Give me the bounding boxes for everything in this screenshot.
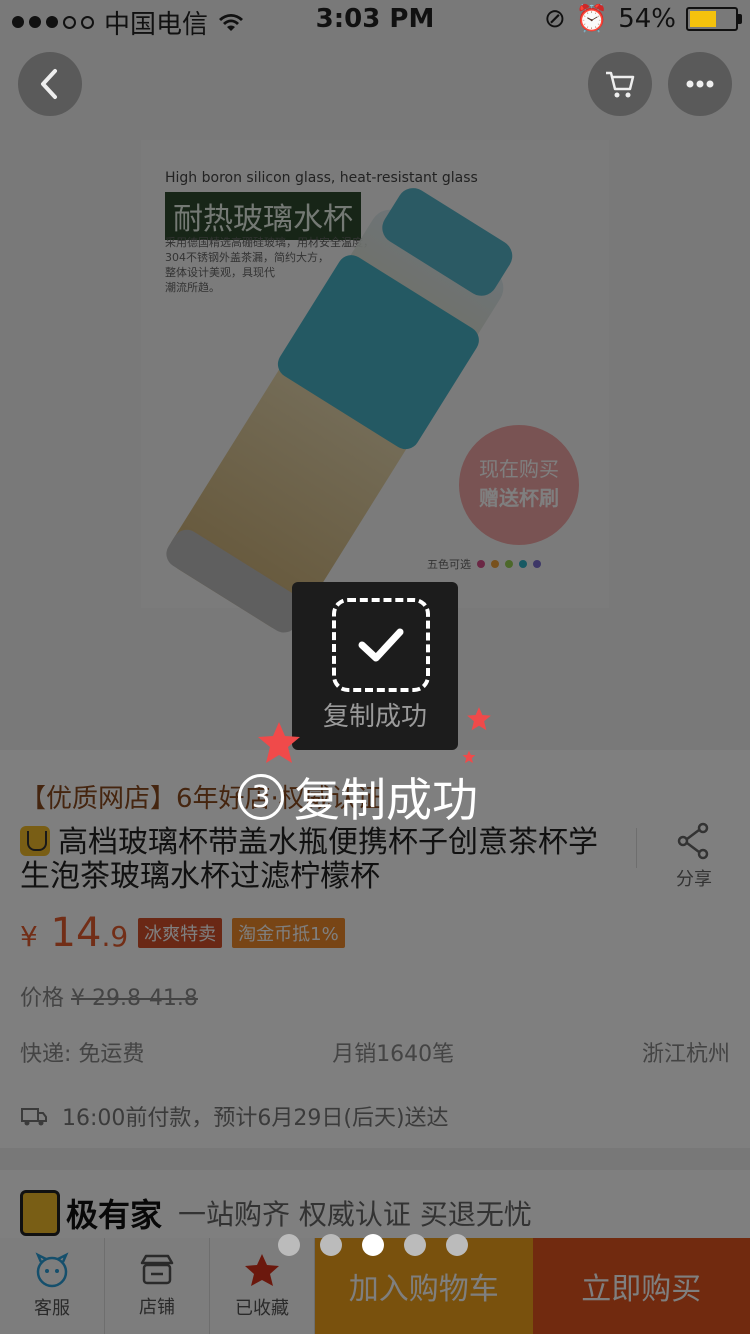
rotation-lock-icon: ⊘: [544, 4, 566, 34]
status-bar: 中国电信 3:03 PM ⊘ ⏰ 54%: [0, 0, 750, 40]
toast-label: 复制成功: [322, 702, 427, 732]
decor-star-icon: [462, 750, 476, 764]
step-number: 3: [238, 774, 284, 820]
back-arrow-icon: [41, 69, 57, 99]
toast-icon-frame: [332, 598, 430, 692]
battery-icon: [686, 7, 742, 31]
battery-percent: 54%: [618, 4, 676, 34]
alarm-icon: ⏰: [575, 4, 609, 34]
status-right: ⊘ ⏰ 54%: [544, 4, 742, 34]
cart-button[interactable]: [588, 52, 652, 116]
carousel-dot[interactable]: [404, 1234, 426, 1256]
carousel-indicator: [278, 1234, 468, 1256]
carousel-dot[interactable]: [278, 1234, 300, 1256]
cart-icon: [606, 71, 635, 98]
carousel-dot[interactable]: [320, 1234, 342, 1256]
carousel-dot[interactable]: [446, 1234, 468, 1256]
step-text: 复制成功: [294, 773, 478, 827]
decor-star-icon: [467, 707, 491, 731]
copy-success-toast: 复制成功: [292, 582, 458, 750]
decor-star-icon: [258, 722, 300, 763]
more-button[interactable]: [668, 52, 732, 116]
back-button[interactable]: [18, 52, 82, 116]
check-icon: [358, 628, 404, 662]
more-dots-icon: [686, 80, 714, 88]
step-annotation: 3 复制成功: [238, 764, 478, 830]
carousel-dot-active[interactable]: [362, 1234, 384, 1256]
